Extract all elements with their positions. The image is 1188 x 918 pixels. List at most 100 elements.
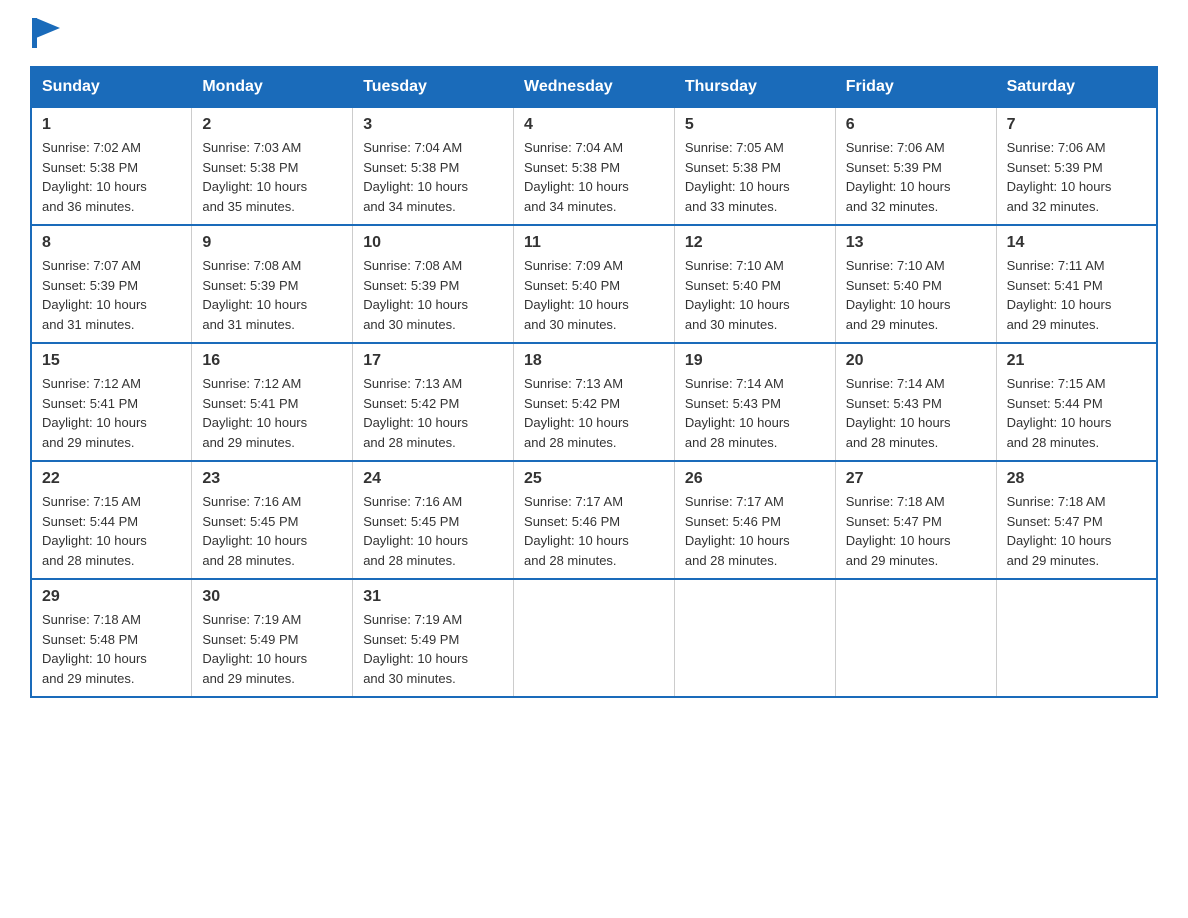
day-info: Sunrise: 7:14 AM Sunset: 5:43 PM Dayligh… [846, 374, 986, 452]
calendar-cell: 1 Sunrise: 7:02 AM Sunset: 5:38 PM Dayli… [31, 107, 192, 225]
calendar-cell: 8 Sunrise: 7:07 AM Sunset: 5:39 PM Dayli… [31, 225, 192, 343]
calendar-cell: 18 Sunrise: 7:13 AM Sunset: 5:42 PM Dayl… [514, 343, 675, 461]
page-header [30, 20, 1158, 46]
day-info: Sunrise: 7:16 AM Sunset: 5:45 PM Dayligh… [202, 492, 342, 570]
calendar-cell: 14 Sunrise: 7:11 AM Sunset: 5:41 PM Dayl… [996, 225, 1157, 343]
calendar-cell: 25 Sunrise: 7:17 AM Sunset: 5:46 PM Dayl… [514, 461, 675, 579]
calendar-cell: 28 Sunrise: 7:18 AM Sunset: 5:47 PM Dayl… [996, 461, 1157, 579]
day-number: 12 [685, 234, 825, 252]
calendar-cell: 5 Sunrise: 7:05 AM Sunset: 5:38 PM Dayli… [674, 107, 835, 225]
day-number: 25 [524, 470, 664, 488]
day-number: 23 [202, 470, 342, 488]
header-thursday: Thursday [674, 67, 835, 107]
header-wednesday: Wednesday [514, 67, 675, 107]
day-info: Sunrise: 7:13 AM Sunset: 5:42 PM Dayligh… [363, 374, 503, 452]
day-info: Sunrise: 7:19 AM Sunset: 5:49 PM Dayligh… [202, 610, 342, 688]
calendar-cell: 7 Sunrise: 7:06 AM Sunset: 5:39 PM Dayli… [996, 107, 1157, 225]
day-number: 1 [42, 116, 181, 134]
day-number: 10 [363, 234, 503, 252]
calendar-cell: 2 Sunrise: 7:03 AM Sunset: 5:38 PM Dayli… [192, 107, 353, 225]
day-number: 9 [202, 234, 342, 252]
calendar-cell: 31 Sunrise: 7:19 AM Sunset: 5:49 PM Dayl… [353, 579, 514, 697]
day-number: 19 [685, 352, 825, 370]
calendar-cell: 6 Sunrise: 7:06 AM Sunset: 5:39 PM Dayli… [835, 107, 996, 225]
calendar-cell [514, 579, 675, 697]
calendar-cell [835, 579, 996, 697]
calendar-cell: 22 Sunrise: 7:15 AM Sunset: 5:44 PM Dayl… [31, 461, 192, 579]
day-number: 7 [1007, 116, 1146, 134]
day-number: 31 [363, 588, 503, 606]
calendar-cell: 12 Sunrise: 7:10 AM Sunset: 5:40 PM Dayl… [674, 225, 835, 343]
day-info: Sunrise: 7:14 AM Sunset: 5:43 PM Dayligh… [685, 374, 825, 452]
day-info: Sunrise: 7:06 AM Sunset: 5:39 PM Dayligh… [846, 138, 986, 216]
day-number: 16 [202, 352, 342, 370]
day-number: 24 [363, 470, 503, 488]
day-info: Sunrise: 7:06 AM Sunset: 5:39 PM Dayligh… [1007, 138, 1146, 216]
header-monday: Monday [192, 67, 353, 107]
day-number: 20 [846, 352, 986, 370]
day-info: Sunrise: 7:13 AM Sunset: 5:42 PM Dayligh… [524, 374, 664, 452]
calendar-cell: 17 Sunrise: 7:13 AM Sunset: 5:42 PM Dayl… [353, 343, 514, 461]
day-info: Sunrise: 7:12 AM Sunset: 5:41 PM Dayligh… [42, 374, 181, 452]
calendar-cell [674, 579, 835, 697]
day-number: 6 [846, 116, 986, 134]
day-info: Sunrise: 7:12 AM Sunset: 5:41 PM Dayligh… [202, 374, 342, 452]
calendar-cell: 3 Sunrise: 7:04 AM Sunset: 5:38 PM Dayli… [353, 107, 514, 225]
day-number: 17 [363, 352, 503, 370]
day-number: 14 [1007, 234, 1146, 252]
day-info: Sunrise: 7:04 AM Sunset: 5:38 PM Dayligh… [363, 138, 503, 216]
header-sunday: Sunday [31, 67, 192, 107]
calendar-cell: 15 Sunrise: 7:12 AM Sunset: 5:41 PM Dayl… [31, 343, 192, 461]
week-row-5: 29 Sunrise: 7:18 AM Sunset: 5:48 PM Dayl… [31, 579, 1157, 697]
calendar-cell: 23 Sunrise: 7:16 AM Sunset: 5:45 PM Dayl… [192, 461, 353, 579]
day-number: 13 [846, 234, 986, 252]
day-info: Sunrise: 7:15 AM Sunset: 5:44 PM Dayligh… [42, 492, 181, 570]
day-info: Sunrise: 7:05 AM Sunset: 5:38 PM Dayligh… [685, 138, 825, 216]
day-info: Sunrise: 7:16 AM Sunset: 5:45 PM Dayligh… [363, 492, 503, 570]
day-info: Sunrise: 7:02 AM Sunset: 5:38 PM Dayligh… [42, 138, 181, 216]
day-info: Sunrise: 7:18 AM Sunset: 5:47 PM Dayligh… [846, 492, 986, 570]
logo [30, 20, 60, 46]
week-row-4: 22 Sunrise: 7:15 AM Sunset: 5:44 PM Dayl… [31, 461, 1157, 579]
calendar-cell [996, 579, 1157, 697]
day-info: Sunrise: 7:10 AM Sunset: 5:40 PM Dayligh… [685, 256, 825, 334]
day-number: 18 [524, 352, 664, 370]
day-info: Sunrise: 7:17 AM Sunset: 5:46 PM Dayligh… [685, 492, 825, 570]
day-info: Sunrise: 7:08 AM Sunset: 5:39 PM Dayligh… [202, 256, 342, 334]
day-number: 22 [42, 470, 181, 488]
day-info: Sunrise: 7:19 AM Sunset: 5:49 PM Dayligh… [363, 610, 503, 688]
day-info: Sunrise: 7:08 AM Sunset: 5:39 PM Dayligh… [363, 256, 503, 334]
calendar-cell: 16 Sunrise: 7:12 AM Sunset: 5:41 PM Dayl… [192, 343, 353, 461]
calendar-cell: 30 Sunrise: 7:19 AM Sunset: 5:49 PM Dayl… [192, 579, 353, 697]
week-row-3: 15 Sunrise: 7:12 AM Sunset: 5:41 PM Dayl… [31, 343, 1157, 461]
header-tuesday: Tuesday [353, 67, 514, 107]
day-info: Sunrise: 7:03 AM Sunset: 5:38 PM Dayligh… [202, 138, 342, 216]
day-number: 4 [524, 116, 664, 134]
calendar-cell: 20 Sunrise: 7:14 AM Sunset: 5:43 PM Dayl… [835, 343, 996, 461]
calendar-cell: 10 Sunrise: 7:08 AM Sunset: 5:39 PM Dayl… [353, 225, 514, 343]
day-number: 15 [42, 352, 181, 370]
day-number: 29 [42, 588, 181, 606]
logo-flag-icon [32, 18, 60, 48]
day-number: 30 [202, 588, 342, 606]
header-saturday: Saturday [996, 67, 1157, 107]
day-info: Sunrise: 7:09 AM Sunset: 5:40 PM Dayligh… [524, 256, 664, 334]
day-info: Sunrise: 7:18 AM Sunset: 5:48 PM Dayligh… [42, 610, 181, 688]
calendar-cell: 11 Sunrise: 7:09 AM Sunset: 5:40 PM Dayl… [514, 225, 675, 343]
calendar-cell: 27 Sunrise: 7:18 AM Sunset: 5:47 PM Dayl… [835, 461, 996, 579]
day-number: 11 [524, 234, 664, 252]
day-info: Sunrise: 7:15 AM Sunset: 5:44 PM Dayligh… [1007, 374, 1146, 452]
header-friday: Friday [835, 67, 996, 107]
calendar-cell: 24 Sunrise: 7:16 AM Sunset: 5:45 PM Dayl… [353, 461, 514, 579]
day-info: Sunrise: 7:10 AM Sunset: 5:40 PM Dayligh… [846, 256, 986, 334]
week-row-1: 1 Sunrise: 7:02 AM Sunset: 5:38 PM Dayli… [31, 107, 1157, 225]
week-row-2: 8 Sunrise: 7:07 AM Sunset: 5:39 PM Dayli… [31, 225, 1157, 343]
header-row: SundayMondayTuesdayWednesdayThursdayFrid… [31, 67, 1157, 107]
day-info: Sunrise: 7:18 AM Sunset: 5:47 PM Dayligh… [1007, 492, 1146, 570]
day-info: Sunrise: 7:04 AM Sunset: 5:38 PM Dayligh… [524, 138, 664, 216]
calendar-table: SundayMondayTuesdayWednesdayThursdayFrid… [30, 66, 1158, 698]
day-number: 2 [202, 116, 342, 134]
calendar-cell: 21 Sunrise: 7:15 AM Sunset: 5:44 PM Dayl… [996, 343, 1157, 461]
calendar-cell: 4 Sunrise: 7:04 AM Sunset: 5:38 PM Dayli… [514, 107, 675, 225]
day-number: 26 [685, 470, 825, 488]
